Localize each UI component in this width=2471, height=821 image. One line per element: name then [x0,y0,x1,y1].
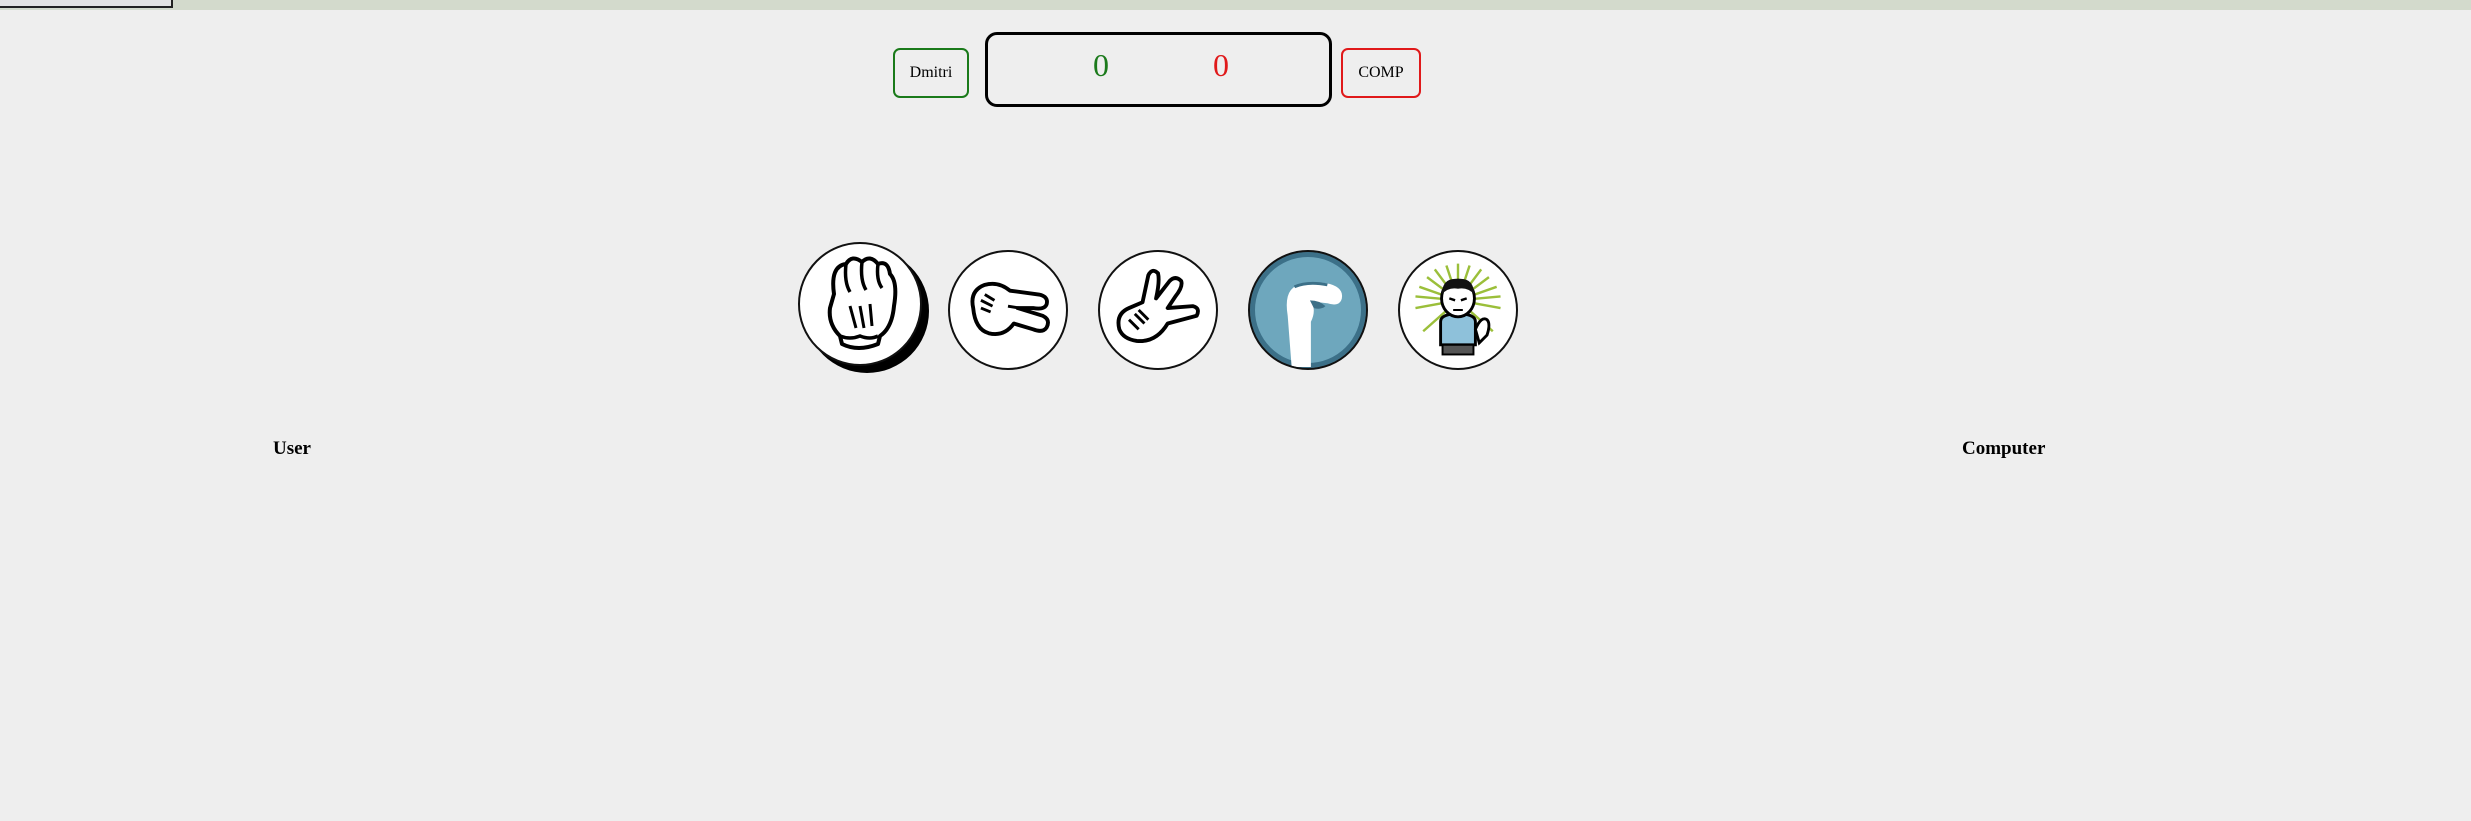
computer-column-label: Computer [1962,438,2046,459]
lizard-hand-icon [1286,281,1343,368]
comp-score: 0 [1213,47,1229,83]
paper-hand-icon [970,281,1050,336]
scoreboard: 0 0 [985,32,1332,107]
user-score: 0 [1093,47,1109,83]
scissors-button[interactable] [1098,250,1218,370]
spock-button[interactable] [1398,250,1518,370]
paper-button[interactable] [948,250,1068,370]
user-name-badge: Dmitri [893,48,969,98]
top-tab[interactable] [0,0,173,8]
rock-button[interactable] [798,242,922,366]
user-column-label: User [273,438,311,459]
comp-name-badge: COMP [1341,48,1421,98]
rock-fist-icon [827,256,898,350]
top-strip [0,0,2471,10]
spock-icon [1415,263,1501,356]
scissors-hand-icon [1116,268,1200,344]
lizard-button[interactable] [1248,250,1368,370]
